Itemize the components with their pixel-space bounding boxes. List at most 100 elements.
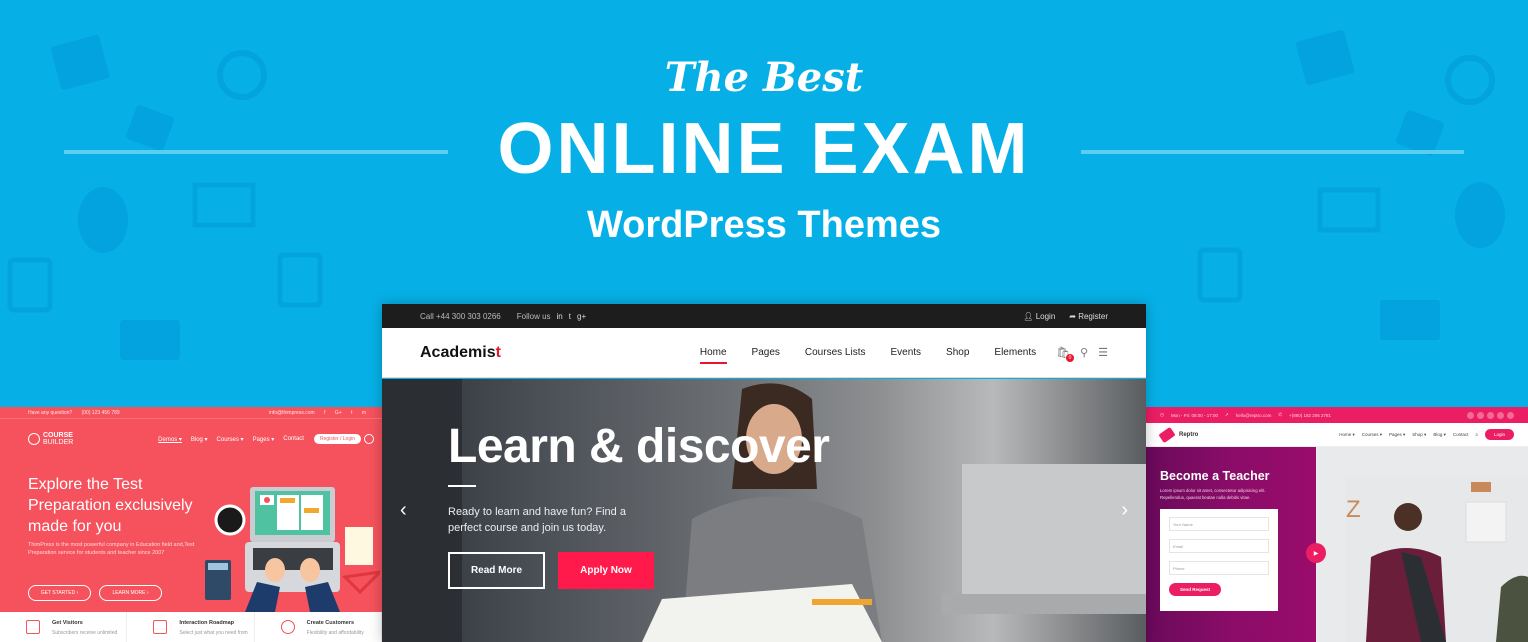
title-underline (448, 485, 476, 487)
menu-demos[interactable]: Demos ▾ (158, 436, 182, 443)
cart-count-badge: 0 (1066, 354, 1075, 362)
menu-list-icon[interactable]: ☰ (1098, 346, 1108, 359)
slider-next-arrow-icon[interactable]: › (1121, 499, 1128, 522)
feature-subtitle: Flexibility and affordability (306, 630, 364, 636)
logo[interactable]: Academist (420, 344, 501, 362)
email-text[interactable]: info@thimpress.com (269, 410, 315, 416)
feature-title: Interaction Roadmap (179, 620, 235, 626)
menu-shop[interactable]: Shop ▾ (1412, 432, 1426, 438)
google-plus-icon[interactable]: G+ (335, 410, 342, 416)
login-link[interactable]: 👤︎ Login (1023, 312, 1055, 321)
menu-pages[interactable]: Pages (752, 347, 780, 358)
phone-icon: ✆ (1278, 412, 1283, 417)
hero-headline: Explore the Test Preparation exclusively… (28, 476, 193, 535)
logo-mark-icon (1158, 426, 1176, 443)
menu-courses[interactable]: Courses ▾ (217, 436, 244, 443)
navbar: COURSE BUILDER Demos ▾ Blog ▾ Courses ▾ P… (0, 419, 382, 459)
user-icon: 👤︎ (1023, 311, 1036, 321)
logo-check-mark: t (495, 343, 501, 361)
layers-icon (153, 620, 168, 634)
banner-subtitle: The Best (664, 54, 864, 101)
students-photo: Z (1346, 477, 1528, 642)
laptop-photo (942, 464, 1146, 614)
logo[interactable]: Reptro (1158, 426, 1199, 443)
logo-line2: BUILDER (43, 439, 74, 446)
feature-title: Create Customers (306, 620, 355, 626)
menu-shop[interactable]: Shop (946, 347, 969, 358)
facebook-icon[interactable] (1477, 411, 1484, 419)
menu-home[interactable]: Home (699, 347, 727, 364)
youtube-icon[interactable] (1507, 411, 1514, 419)
banner-tagline: WordPress Themes (586, 204, 942, 246)
feature-title: Get Visitors (52, 620, 83, 626)
phone-input[interactable]: Phone (1169, 561, 1269, 575)
book-icon (26, 620, 40, 634)
logo[interactable]: COURSE BUILDER (28, 432, 73, 446)
logo-text: Academis (420, 343, 496, 361)
register-link[interactable]: ➦ Register (1069, 312, 1108, 321)
phone-text: (00) 123 456 789 (81, 409, 120, 416)
main-menu: Home ▾ Courses ▾ Pages ▾ Shop ▾ Blog ▾ C… (1339, 432, 1478, 438)
twitter-icon[interactable]: t (351, 410, 352, 416)
hero: Z Become a Teacher Lorem ipsum dolor sit… (1146, 447, 1528, 642)
navbar: Reptro Home ▾ Courses ▾ Pages ▾ Shop ▾ B… (1146, 423, 1528, 447)
question-text: Have any question? (28, 409, 73, 416)
signup-description: Lorem ipsum dolor sit amet, consectetur … (1160, 488, 1266, 500)
linkedin-icon[interactable] (1497, 411, 1504, 419)
menu-pages[interactable]: Pages ▾ (1389, 432, 1405, 438)
register-label: Register (1078, 311, 1108, 321)
learn-more-button[interactable]: LEARN MORE › (99, 585, 162, 601)
name-input[interactable]: Your Name (1169, 517, 1269, 531)
login-button[interactable]: Login (1484, 429, 1514, 440)
menu-blog[interactable]: Blog ▾ (191, 436, 208, 443)
register-icon: ➦ (1069, 311, 1079, 321)
lightbulb-icon (280, 620, 295, 634)
email-text[interactable]: hello@reptro.com (1236, 413, 1272, 418)
menu-hamburger-icon[interactable]: ≡ (1475, 432, 1478, 437)
search-icon[interactable]: ⚲ (1080, 346, 1088, 359)
send-request-button[interactable]: Send Request (1169, 583, 1221, 596)
slider-prev-arrow-icon[interactable]: ‹ (400, 499, 407, 522)
call-text: Call +44 300 303 0266 (420, 311, 501, 321)
menu-home[interactable]: Home ▾ (1339, 432, 1355, 438)
hero-slider: Learn & discover Ready to learn and have… (382, 379, 1146, 642)
read-more-button[interactable]: Read More (448, 552, 545, 589)
facebook-icon[interactable]: f (324, 410, 325, 416)
play-video-button[interactable]: ▶ (1306, 543, 1326, 563)
features-bar: Get Visitors Subscribers receive unlimite… (0, 612, 382, 642)
cart-icon[interactable]: 🛍︎ 0 (1056, 346, 1075, 362)
follow-us-label: Follow us (516, 311, 551, 321)
menu-courses-lists[interactable]: Courses Lists (805, 347, 866, 358)
banner-title: ONLINE EXAM (497, 109, 1031, 189)
logo-text: Reptro (1179, 431, 1199, 438)
google-plus-icon[interactable] (1487, 411, 1494, 419)
menu-contact[interactable]: Contact (1453, 432, 1469, 437)
social-links (1467, 411, 1514, 419)
menu-blog[interactable]: Blog ▾ (1433, 432, 1446, 438)
menu-pages[interactable]: Pages ▾ (253, 436, 275, 443)
menu-courses[interactable]: Courses ▾ (1362, 432, 1382, 438)
menu-events[interactable]: Events (890, 347, 921, 358)
topbar: Call +44 300 303 0266 Follow us in t g+ … (382, 304, 1146, 328)
teacher-signup-panel: Become a Teacher Lorem ipsum dolor sit a… (1146, 447, 1316, 642)
laptop-illustration (205, 487, 380, 612)
menu-elements[interactable]: Elements (994, 347, 1036, 358)
email-input[interactable]: Email (1169, 539, 1269, 553)
hero-description: ThimPress is the most powerful company i… (28, 542, 195, 556)
get-started-button[interactable]: GET STARTED › (28, 585, 91, 601)
topbar: Have any question? (00) 123 456 789 info… (0, 407, 382, 419)
mail-icon[interactable]: m (362, 410, 366, 416)
apply-now-button[interactable]: Apply Now (558, 552, 654, 589)
search-icon[interactable] (364, 434, 374, 444)
topbar: ◷ Mon - Fri: 08:00 - 17:00 ➚ hello@reptro.… (1146, 407, 1528, 423)
feature-subtitle: Subscribers receive unlimited (52, 630, 118, 636)
register-login-button[interactable]: Register / Login (313, 434, 361, 444)
linkedin-icon[interactable]: in (557, 312, 563, 321)
main-menu: Demos ▾ Blog ▾ Courses ▾ Pages ▾ Contact (158, 436, 304, 443)
menu-contact[interactable]: Contact (283, 436, 304, 442)
logo-line1: COURSE (43, 432, 73, 439)
google-plus-icon[interactable]: g+ (577, 312, 586, 321)
twitter-icon[interactable] (1467, 411, 1474, 419)
clock-icon: ◷ (1160, 412, 1164, 417)
twitter-icon[interactable]: t (569, 312, 571, 321)
